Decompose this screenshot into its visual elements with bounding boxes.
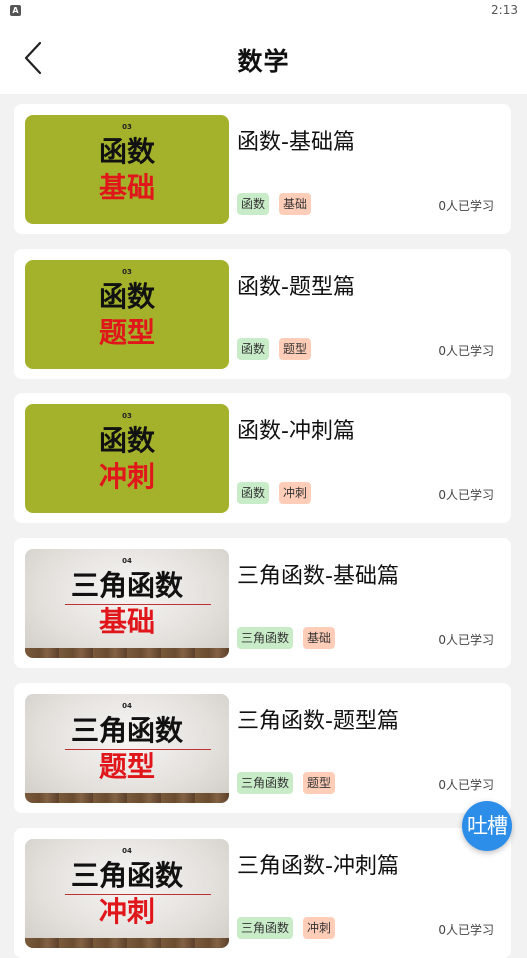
course-card[interactable]: 03 函数 基础 函数-基础篇 函数 基础 0人已学习	[14, 104, 511, 234]
course-tag: 题型	[279, 338, 312, 360]
learner-count: 0人已学习	[438, 923, 494, 937]
thumbnail-number: 03	[122, 123, 132, 131]
thumbnail-heading: 函数	[98, 424, 155, 457]
course-card[interactable]: 04 三角函数 基础 三角函数-基础篇 三角函数 基础 0人已学习	[14, 538, 511, 668]
thumbnail-heading: 三角函数	[70, 714, 183, 747]
app-header: 数学	[0, 22, 527, 94]
thumbnail-heading: 三角函数	[70, 569, 183, 602]
course-title: 函数-冲刺篇	[237, 419, 355, 444]
learner-count: 0人已学习	[438, 488, 494, 502]
learner-count: 0人已学习	[438, 778, 494, 792]
course-thumbnail: 03 函数 题型	[25, 260, 229, 369]
thumbnail-number: 04	[122, 557, 132, 565]
thumbnail-subheading: 冲刺	[98, 460, 155, 493]
thumbnail-floor	[25, 793, 229, 803]
course-tag: 函数	[237, 193, 270, 215]
course-thumbnail: 03 函数 冲刺	[25, 404, 229, 513]
course-title: 函数-基础篇	[237, 130, 355, 155]
course-tag: 三角函数	[237, 627, 294, 649]
course-tags: 三角函数 题型	[237, 772, 345, 796]
thumbnail-floor	[25, 938, 229, 948]
course-tag: 冲刺	[279, 482, 312, 504]
learner-count: 0人已学习	[438, 199, 494, 213]
course-card[interactable]: 03 函数 冲刺 函数-冲刺篇 函数 冲刺 0人已学习	[14, 393, 511, 523]
course-tag: 三角函数	[237, 772, 294, 794]
notification-app-icon: A	[10, 5, 21, 16]
feedback-button[interactable]: 吐槽	[462, 801, 512, 851]
thumbnail-floor	[25, 648, 229, 658]
course-tags: 函数 基础	[237, 193, 321, 217]
learner-count: 0人已学习	[438, 633, 494, 647]
thumbnail-subheading: 基础	[98, 171, 155, 204]
course-thumbnail: 04 三角函数 基础	[25, 549, 229, 658]
course-title: 三角函数-冲刺篇	[237, 854, 399, 879]
course-tags: 函数 冲刺	[237, 482, 321, 506]
course-thumbnail: 03 函数 基础	[25, 115, 229, 224]
learner-count: 0人已学习	[438, 344, 494, 358]
course-tags: 函数 题型	[237, 338, 321, 362]
thumbnail-subheading: 题型	[98, 316, 155, 349]
course-card[interactable]: 04 三角函数 冲刺 三角函数-冲刺篇 三角函数 冲刺 0人已学习	[14, 828, 511, 958]
thumbnail-number: 03	[122, 268, 132, 276]
thumbnail-subheading: 题型	[98, 750, 155, 783]
course-tags: 三角函数 冲刺	[237, 917, 345, 941]
course-thumbnail: 04 三角函数 冲刺	[25, 839, 229, 948]
course-tag: 题型	[303, 772, 336, 794]
status-time: 2:13	[491, 3, 518, 17]
thumbnail-heading: 三角函数	[70, 859, 183, 892]
course-title: 三角函数-题型篇	[237, 709, 399, 734]
course-thumbnail: 04 三角函数 题型	[25, 694, 229, 803]
page-title: 数学	[237, 47, 290, 76]
thumbnail-subheading: 冲刺	[98, 895, 155, 928]
course-tag: 基础	[303, 627, 336, 649]
course-tag: 函数	[237, 338, 270, 360]
thumbnail-number: 04	[122, 847, 132, 855]
thumbnail-number: 03	[122, 412, 132, 420]
thumbnail-heading: 函数	[98, 135, 155, 168]
course-tag: 基础	[279, 193, 312, 215]
thumbnail-heading: 函数	[98, 280, 155, 313]
status-bar: A 2:13	[0, 0, 527, 22]
thumbnail-subheading: 基础	[98, 605, 155, 638]
course-tag: 函数	[237, 482, 270, 504]
course-title: 函数-题型篇	[237, 275, 355, 300]
course-card[interactable]: 04 三角函数 题型 三角函数-题型篇 三角函数 题型 0人已学习	[14, 683, 511, 813]
course-title: 三角函数-基础篇	[237, 564, 399, 589]
course-card[interactable]: 03 函数 题型 函数-题型篇 函数 题型 0人已学习	[14, 249, 511, 379]
course-tags: 三角函数 基础	[237, 627, 345, 651]
thumbnail-number: 04	[122, 702, 132, 710]
